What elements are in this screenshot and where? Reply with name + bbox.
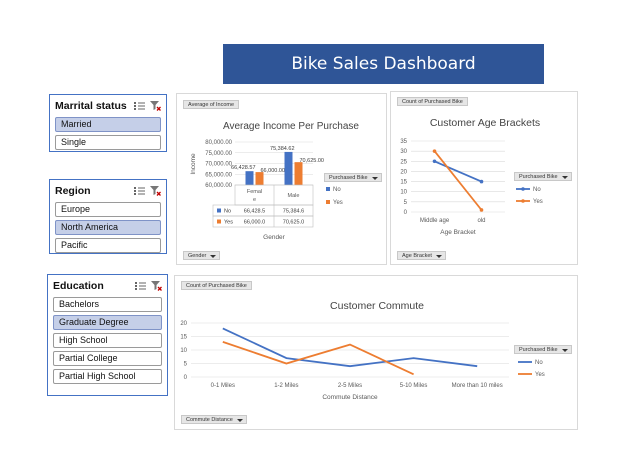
y-tick-label: 30 <box>400 149 407 155</box>
chart-title: Average Income Per Purchase <box>223 121 359 132</box>
y-tick-label: 0 <box>184 375 188 381</box>
x-tick-label: Femal <box>247 189 262 195</box>
slicer-item-high-school[interactable]: High School <box>53 333 162 348</box>
dashboard-title: Bike Sales Dashboard <box>223 44 544 84</box>
data-label: 75,384.62 <box>270 146 294 152</box>
x-tick-label: Male <box>288 193 300 199</box>
x-tick-label: Middle age <box>420 218 450 224</box>
multi-select-icon[interactable] <box>134 101 145 111</box>
bar-yes <box>294 162 303 185</box>
table-cell: 66,000.0 <box>244 220 265 226</box>
bar-no <box>284 151 293 185</box>
age-chart-panel: Count of Purchased Bike Age Bracket Cust… <box>390 91 578 265</box>
slicer-title: Education <box>53 280 104 292</box>
marital-status-slicer: Marrital status Married Single <box>49 94 167 152</box>
chart-title: Customer Age Brackets <box>430 117 540 129</box>
y-tick-label: 20 <box>180 321 187 327</box>
series-line-no <box>222 327 478 368</box>
education-slicer: Education Bachelors Graduate Degree High S… <box>47 274 168 396</box>
y-tick-label: 5 <box>184 362 188 368</box>
legend-label: No <box>533 187 541 193</box>
slicer-item-single[interactable]: Single <box>55 135 161 150</box>
clear-filter-icon[interactable] <box>150 186 161 196</box>
table-cell: 66,428.5 <box>244 209 265 215</box>
x-tick-label: More than 10 miles <box>452 383 503 389</box>
y-axis-title: Income <box>190 153 197 175</box>
x-tick-label: 5-10 Miles <box>400 383 428 389</box>
chart-title: Customer Commute <box>330 300 424 312</box>
legend-field-button[interactable]: Purchased Bike <box>514 345 572 354</box>
legend-field-button[interactable]: Purchased Bike <box>514 172 572 181</box>
y-tick-label: 15 <box>180 335 187 341</box>
slicer-item-partial-high-school[interactable]: Partial High School <box>53 369 162 384</box>
x-axis-title: Commute Distance <box>322 394 378 401</box>
slicer-item-pacific[interactable]: Pacific <box>55 238 161 253</box>
legend-marker-point <box>521 187 525 191</box>
legend-label: Yes <box>535 372 545 378</box>
series-line-yes <box>433 150 483 211</box>
x-axis-title: Age Bracket <box>440 229 476 236</box>
x-tick-label: old <box>477 218 485 224</box>
slicer-item-graduate-degree[interactable]: Graduate Degree <box>53 315 162 330</box>
slicer-item-married[interactable]: Married <box>55 117 161 132</box>
y-tick-label: 75,000.00 <box>205 151 232 157</box>
y-tick-label: 25 <box>400 159 407 165</box>
y-tick-label: 5 <box>404 200 408 206</box>
y-tick-label: 60,000.00 <box>205 183 232 189</box>
y-tick-label: 10 <box>400 190 407 196</box>
y-tick-label: 80,000.00 <box>205 140 232 146</box>
legend-label: Yes <box>333 200 343 206</box>
y-tick-label: 70,000.00 <box>205 162 232 168</box>
data-point <box>432 159 437 164</box>
legend-marker <box>326 187 330 191</box>
data-label: 66,000.00 <box>261 168 285 174</box>
legend-label: Yes <box>533 199 543 205</box>
table-legend-key <box>217 219 221 224</box>
legend-label: No <box>535 360 543 366</box>
slicer-item-bachelors[interactable]: Bachelors <box>53 297 162 312</box>
clear-filter-icon[interactable] <box>150 101 161 111</box>
data-point <box>479 179 484 184</box>
legend-marker <box>326 200 330 204</box>
slicer-item-north-america[interactable]: North America <box>55 220 161 235</box>
table-row-label: Yes <box>224 220 233 226</box>
x-tick-label: 1-2 Miles <box>274 383 298 389</box>
multi-select-icon[interactable] <box>135 281 146 291</box>
income-chart-panel: Average of Income Gender Average Income … <box>176 93 387 265</box>
x-axis-title: Gender <box>263 234 286 241</box>
data-point <box>432 149 437 153</box>
legend-label: No <box>333 187 341 193</box>
multi-select-icon[interactable] <box>134 186 145 196</box>
slicer-items: Europe North America Pacific <box>55 202 161 253</box>
y-tick-label: 0 <box>404 210 408 216</box>
commute-chart-panel: Count of Purchased Bike Commute Distance… <box>174 275 578 430</box>
slicer-title: Marrital status <box>55 100 127 112</box>
x-tick-label: e <box>253 197 256 203</box>
table-cell: 70,625.0 <box>283 220 304 226</box>
slicer-item-europe[interactable]: Europe <box>55 202 161 217</box>
x-tick-label: 0-1 Miles <box>211 383 235 389</box>
data-point <box>479 208 484 212</box>
x-tick-label: 2-5 Miles <box>338 383 362 389</box>
clear-filter-icon[interactable] <box>151 281 162 291</box>
bar-no <box>245 171 254 185</box>
slicer-item-partial-college[interactable]: Partial College <box>53 351 162 366</box>
slicer-title: Region <box>55 185 91 197</box>
data-label: 70,625.00 <box>300 158 324 164</box>
y-tick-label: 35 <box>400 139 407 145</box>
y-tick-label: 65,000.00 <box>205 172 232 178</box>
table-cell: 75,384.6 <box>283 209 304 215</box>
slicer-items: Married Single <box>55 117 161 150</box>
y-tick-label: 10 <box>180 348 187 354</box>
region-slicer: Region Europe North America Pacific <box>49 179 167 254</box>
table-legend-key <box>217 208 221 213</box>
data-label: 66,428.57 <box>231 165 255 171</box>
y-tick-label: 20 <box>400 169 407 175</box>
slicer-items: Bachelors Graduate Degree High School Parti… <box>53 297 162 384</box>
table-row-label: No <box>224 209 231 215</box>
series-line-yes <box>222 341 414 376</box>
legend-marker-point <box>521 199 525 203</box>
y-tick-label: 15 <box>400 180 407 186</box>
legend-field-button[interactable]: Purchased Bike <box>324 173 382 182</box>
